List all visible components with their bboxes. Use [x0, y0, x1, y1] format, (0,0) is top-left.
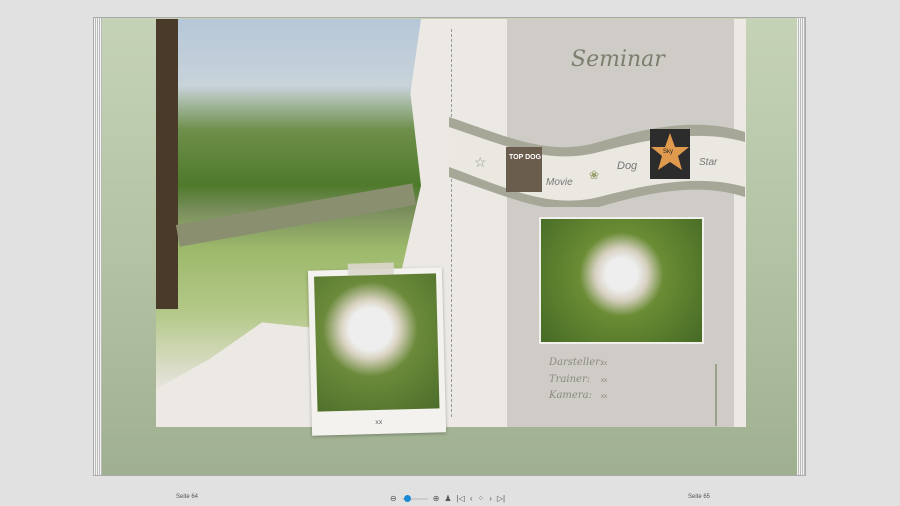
zoom-out-icon[interactable]: ⊖ [390, 494, 397, 503]
previous-page-icon[interactable]: ‹ [470, 494, 473, 503]
grid-view-icon[interactable]: ⁘ [477, 494, 484, 503]
credit-label: Kamera: [549, 390, 592, 401]
credit-label: Darsteller: [549, 357, 604, 368]
zoom-in-icon[interactable]: ⊕ [433, 494, 440, 503]
paw-icon: ❀ [589, 168, 599, 182]
plant-icon [715, 364, 717, 426]
credit-value: xx [601, 378, 607, 384]
film-strip[interactable]: TOP DOG Sky ☆ Movie ❀ Dog Star [449, 107, 745, 207]
left-page[interactable]: xx [156, 19, 451, 436]
credit-value: xx [601, 394, 607, 400]
polaroid-caption: xx [375, 418, 383, 427]
credit-label: Trainer: [549, 374, 591, 385]
next-page-icon[interactable]: › [489, 494, 492, 503]
poster-text: TOP DOG [509, 154, 542, 161]
stars-icon: ☆ [474, 154, 487, 170]
star-text: Sky [663, 149, 673, 155]
page-edge-right [797, 18, 805, 475]
person-icon[interactable]: ♟ [444, 494, 451, 503]
right-page[interactable]: Seminar TOP DOG Sky ☆ Movie ❀ Dog Star D… [449, 19, 746, 427]
page-edge-left [94, 18, 102, 475]
dog-photo [314, 273, 440, 412]
zoom-slider[interactable] [401, 494, 428, 502]
zoom-slider-thumb[interactable] [404, 494, 412, 502]
first-page-icon[interactable]: |◁ [457, 494, 465, 503]
film-label-dog: Dog [617, 160, 638, 172]
film-label-movie: Movie [546, 177, 573, 188]
polaroid-photo[interactable]: xx [307, 262, 447, 436]
book-spread: xx Seminar TOP DOG Sky ☆ Movie ❀ Dog Sta… [93, 17, 806, 476]
dog-photo-right[interactable] [539, 217, 704, 344]
last-page-icon[interactable]: ▷| [497, 494, 505, 503]
credit-value: xx [601, 361, 607, 367]
navigation-controls: ⊖ ⊕ ♟ |◁ ‹ ⁘ › ▷| [390, 494, 505, 503]
page-title: Seminar [571, 47, 665, 72]
film-label-star: Star [699, 157, 718, 168]
right-page-label: Seite 65 [688, 494, 711, 500]
left-page-label: Seite 64 [176, 494, 199, 500]
page-fold [451, 29, 452, 417]
